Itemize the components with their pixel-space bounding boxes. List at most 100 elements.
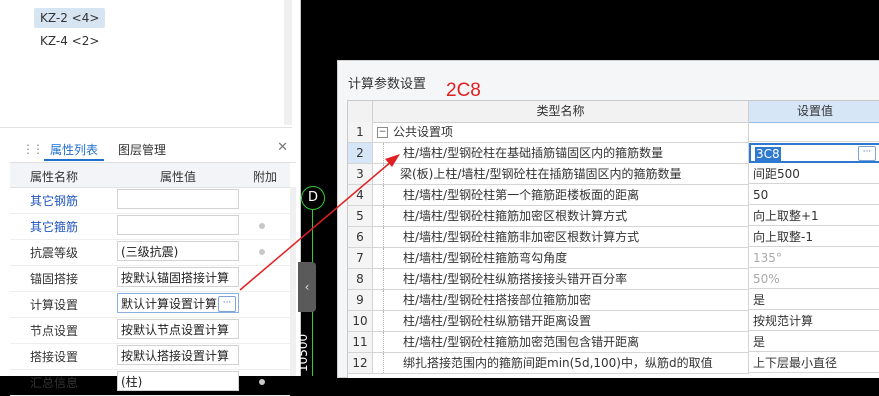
property-row: 节点设置 按默认节点设置计算 bbox=[10, 317, 290, 344]
property-row: 抗震等级 (三级抗震) bbox=[10, 239, 290, 266]
col-header-setting-value: 设置值 bbox=[749, 101, 879, 123]
row-number: 10 bbox=[348, 311, 373, 332]
type-name-cell: 柱/墙柱/型钢砼柱箍筋弯勾角度 bbox=[373, 248, 749, 269]
table-row[interactable]: 4 柱/墙柱/型钢砼柱第一个箍筋距楼板面的距离 50 bbox=[348, 185, 879, 206]
setting-value-cell[interactable]: 135° bbox=[749, 248, 879, 268]
drag-grip-icon[interactable]: ⋮⋮ bbox=[22, 142, 44, 156]
setting-value-cell[interactable]: 50 bbox=[749, 185, 879, 205]
params-grid: 类型名称 设置值 1 − 公共设置项 2 柱/墙柱/型钢砼柱在基础插筋锚固区内的… bbox=[347, 100, 879, 378]
type-name-cell: 梁(板)上柱/墙柱/型钢砼柱在插筋锚固区内的箍筋数量 bbox=[373, 164, 749, 185]
tab-layer-management[interactable]: 图层管理 bbox=[118, 141, 166, 158]
collapse-panel-button[interactable]: ‹ bbox=[298, 262, 316, 312]
setting-value-cell[interactable]: 是 bbox=[749, 332, 879, 352]
extra-checkbox[interactable] bbox=[259, 379, 265, 385]
component-tree: KZ-2 <4> KZ-4 <2> bbox=[0, 0, 292, 128]
group-title: 公共设置项 bbox=[393, 125, 454, 139]
property-name: 汇总信息 bbox=[30, 376, 79, 390]
active-tab-indicator bbox=[44, 159, 104, 161]
type-name-cell: 柱/墙柱/型钢砼柱箍筋加密区根数计算方式 bbox=[373, 206, 749, 227]
type-name: 绑扎搭接范围内的箍筋间距min(5d,100)中，纵筋d的取值 bbox=[403, 356, 713, 370]
type-name: 梁(板)上柱/墙柱/型钢砼柱在插筋锚固区内的箍筋数量 bbox=[400, 167, 682, 181]
axis-label-circle: D bbox=[301, 186, 325, 210]
setting-value-cell[interactable]: 向上取整+1 bbox=[749, 206, 879, 226]
extra-checkbox[interactable] bbox=[259, 249, 265, 255]
setting-value-editor[interactable]: 3C8 ··· bbox=[749, 143, 879, 163]
extra-checkbox[interactable] bbox=[259, 223, 265, 229]
row-number: 9 bbox=[348, 290, 373, 311]
row-number: 8 bbox=[348, 269, 373, 290]
setting-value-cell[interactable]: 50% bbox=[749, 269, 879, 289]
table-row[interactable]: 6 柱/墙柱/型钢砼柱箍筋非加密区根数计算方式 向上取整-1 bbox=[348, 227, 879, 248]
table-row-selected[interactable]: 2 柱/墙柱/型钢砼柱在基础插筋锚固区内的箍筋数量 3C8 ··· bbox=[348, 143, 879, 164]
type-name-cell: 柱/墙柱/型钢砼柱箍筋非加密区根数计算方式 bbox=[373, 227, 749, 248]
tree-item-kz4[interactable]: KZ-4 <2> bbox=[34, 31, 105, 51]
selected-value-text[interactable]: 3C8 bbox=[755, 147, 781, 161]
property-name: 抗震等级 bbox=[30, 246, 79, 260]
tab-property-list[interactable]: 属性列表 bbox=[50, 141, 98, 158]
ellipsis-button[interactable]: ··· bbox=[858, 146, 876, 161]
property-name: 计算设置 bbox=[30, 298, 79, 312]
type-name-cell: − 公共设置项 bbox=[373, 122, 749, 143]
type-name: 柱/墙柱/型钢砼柱纵筋错开距离设置 bbox=[403, 314, 592, 328]
type-name: 柱/墙柱/型钢砼柱箍筋加密区根数计算方式 bbox=[403, 209, 628, 223]
property-row: 其它箍筋 bbox=[10, 213, 290, 240]
property-name[interactable]: 其它钢筋 bbox=[30, 192, 78, 209]
col-header-extra: 附加 bbox=[253, 170, 278, 184]
setting-value-cell[interactable]: 上下层最小直径 bbox=[749, 353, 879, 373]
property-row: 计算设置 默认计算设置计算 ··· bbox=[10, 291, 290, 318]
row-number: 4 bbox=[348, 185, 373, 206]
table-row[interactable]: 5 柱/墙柱/型钢砼柱箍筋加密区根数计算方式 向上取整+1 bbox=[348, 206, 879, 227]
properties-tabs: ⋮⋮ 属性列表 图层管理 ✕ bbox=[10, 135, 296, 163]
type-name: 柱/墙柱/型钢砼柱在基础插筋锚固区内的箍筋数量 bbox=[403, 146, 664, 160]
collapse-minus-icon[interactable]: − bbox=[377, 127, 388, 138]
table-row[interactable]: 9 柱/墙柱/型钢砼柱搭接部位箍筋加密 是 bbox=[348, 290, 879, 311]
ellipsis-button[interactable]: ··· bbox=[218, 296, 236, 312]
property-value-field[interactable] bbox=[117, 215, 239, 235]
tree-scrollbar[interactable] bbox=[284, 0, 292, 125]
type-name: 柱/墙柱/型钢砼柱搭接部位箍筋加密 bbox=[403, 293, 592, 307]
property-value-field[interactable]: 按默认节点设置计算 bbox=[117, 319, 239, 339]
setting-value-cell[interactable]: 是 bbox=[749, 290, 879, 310]
tree-item-kz2[interactable]: KZ-2 <4> bbox=[34, 8, 106, 28]
col-header-name: 属性名称 bbox=[30, 170, 79, 184]
properties-panel: ⋮⋮ 属性列表 图层管理 ✕ 属性名称 属性值 附加 其它钢筋 其它箍筋 抗震等… bbox=[10, 135, 296, 396]
type-name-cell: 柱/墙柱/型钢砼柱纵筋错开距离设置 bbox=[373, 311, 749, 332]
calc-settings-field[interactable]: 默认计算设置计算 ··· bbox=[117, 293, 239, 313]
property-name: 节点设置 bbox=[30, 324, 79, 338]
type-name: 柱/墙柱/型钢砼柱第一个箍筋距楼板面的距离 bbox=[403, 188, 640, 202]
property-value-field[interactable]: 按默认搭接设置计算 bbox=[117, 345, 239, 365]
dimension-text: 10500 bbox=[296, 333, 310, 372]
property-row: 锚固搭接 按默认锚固搭接计算 bbox=[10, 265, 290, 292]
setting-value-cell[interactable]: 按规范计算 bbox=[749, 311, 879, 331]
table-row[interactable]: 1 − 公共设置项 bbox=[348, 122, 879, 143]
type-name: 柱/墙柱/型钢砼柱箍筋弯勾角度 bbox=[403, 251, 568, 265]
setting-value-cell[interactable]: 间距500 bbox=[749, 164, 879, 184]
dialog-title: 计算参数设置 bbox=[348, 77, 427, 92]
row-number: 3 bbox=[348, 164, 373, 185]
table-row[interactable]: 11 柱/墙柱/型钢砼柱箍筋加密范围包含错开距离 是 bbox=[348, 332, 879, 353]
property-name: 锚固搭接 bbox=[30, 272, 79, 286]
properties-header: 属性名称 属性值 附加 bbox=[10, 163, 290, 188]
property-value-field[interactable]: 按默认锚固搭接计算 bbox=[117, 267, 239, 287]
close-icon[interactable]: ✕ bbox=[277, 140, 288, 155]
type-name-cell: 柱/墙柱/型钢砼柱纵筋搭接接头错开百分率 bbox=[373, 269, 749, 290]
row-number: 5 bbox=[348, 206, 373, 227]
property-value-field[interactable]: (三级抗震) bbox=[117, 241, 239, 261]
annotation-text: 2C8 bbox=[446, 80, 481, 101]
table-row[interactable]: 10 柱/墙柱/型钢砼柱纵筋错开距离设置 按规范计算 bbox=[348, 311, 879, 332]
table-row[interactable]: 3 梁(板)上柱/墙柱/型钢砼柱在插筋锚固区内的箍筋数量 间距500 bbox=[348, 164, 879, 185]
property-value-field[interactable] bbox=[117, 189, 239, 209]
type-name-cell: 柱/墙柱/型钢砼柱箍筋加密范围包含错开距离 bbox=[373, 332, 749, 353]
property-row: 其它钢筋 bbox=[10, 187, 290, 214]
type-name: 柱/墙柱/型钢砼柱箍筋非加密区根数计算方式 bbox=[403, 230, 640, 244]
property-value-field[interactable]: (柱) bbox=[117, 371, 239, 391]
setting-value-cell[interactable] bbox=[749, 122, 879, 142]
table-row[interactable]: 8 柱/墙柱/型钢砼柱纵筋搭接接头错开百分率 50% bbox=[348, 269, 879, 290]
table-row[interactable]: 12 绑扎搭接范围内的箍筋间距min(5d,100)中，纵筋d的取值 上下层最小… bbox=[348, 353, 879, 374]
setting-value-cell[interactable]: 向上取整-1 bbox=[749, 227, 879, 247]
type-name-cell: 柱/墙柱/型钢砼柱搭接部位箍筋加密 bbox=[373, 290, 749, 311]
property-row: 汇总信息 (柱) bbox=[10, 369, 290, 396]
property-name[interactable]: 其它箍筋 bbox=[30, 218, 78, 235]
table-row[interactable]: 7 柱/墙柱/型钢砼柱箍筋弯勾角度 135° bbox=[348, 248, 879, 269]
row-number: 2 bbox=[348, 143, 373, 164]
